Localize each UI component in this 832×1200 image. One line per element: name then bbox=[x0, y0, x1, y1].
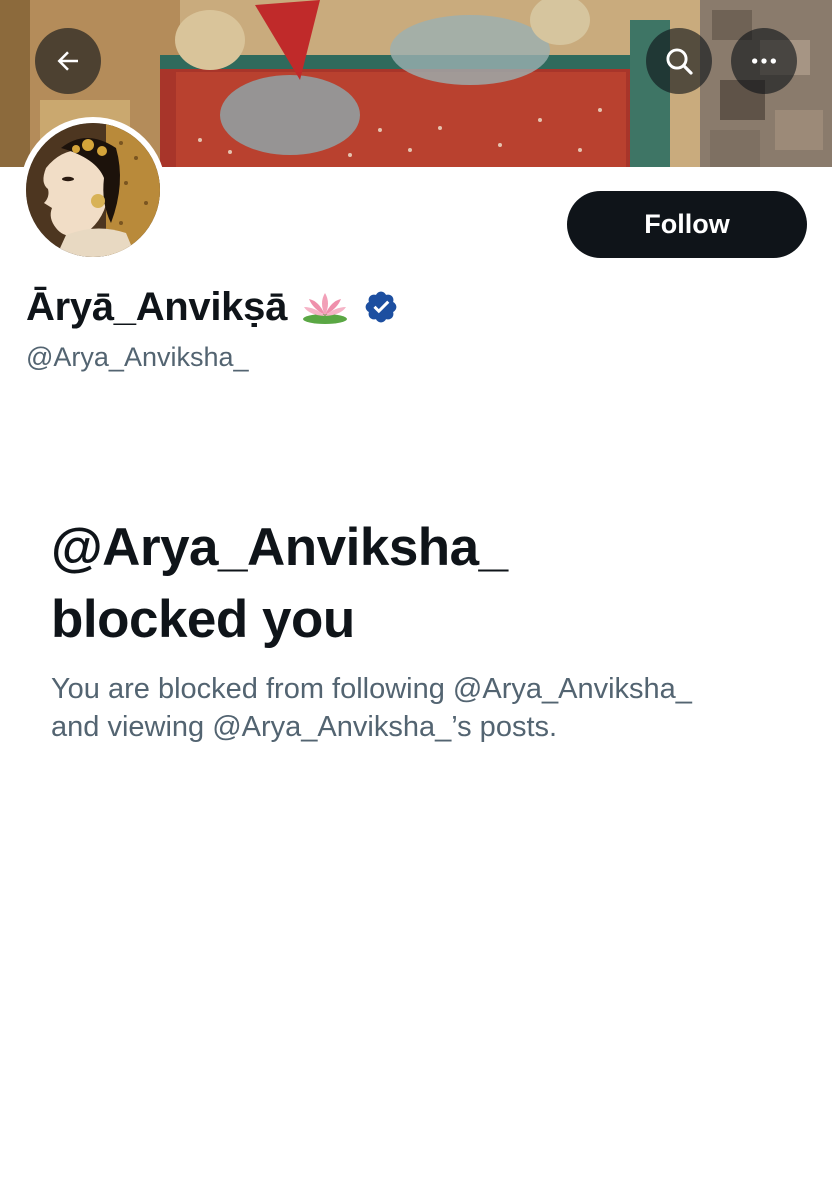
blocked-title-line2: blocked you bbox=[51, 590, 355, 649]
blocked-description-line1: You are blocked from following @Arya_Anv… bbox=[51, 673, 692, 705]
follow-button[interactable]: Follow bbox=[567, 191, 807, 258]
search-button[interactable] bbox=[646, 28, 712, 94]
profile-avatar[interactable] bbox=[20, 117, 166, 263]
display-name: Āryā_Anvikṣā bbox=[26, 284, 288, 329]
avatar-image bbox=[26, 123, 160, 257]
more-horizontal-icon bbox=[752, 58, 776, 64]
more-options-button[interactable] bbox=[731, 28, 797, 94]
blocked-description-line2: and viewing @Arya_Anviksha_’s posts. bbox=[51, 711, 558, 743]
portrait-icon bbox=[26, 123, 160, 257]
lotus-icon bbox=[301, 289, 349, 325]
user-handle: @Arya_Anviksha_ bbox=[26, 342, 249, 372]
blocked-title-line1: @Arya_Anviksha_ bbox=[51, 518, 508, 577]
arrow-left-icon bbox=[57, 51, 78, 71]
verified-badge-icon[interactable] bbox=[363, 289, 399, 325]
back-button[interactable] bbox=[35, 28, 101, 94]
display-name-row: Āryā_Anvikṣā bbox=[26, 282, 399, 332]
search-icon bbox=[666, 48, 693, 75]
blocked-title: @Arya_Anviksha_ blocked you bbox=[51, 512, 791, 656]
blocked-description: You are blocked from following @Arya_Anv… bbox=[51, 670, 791, 746]
